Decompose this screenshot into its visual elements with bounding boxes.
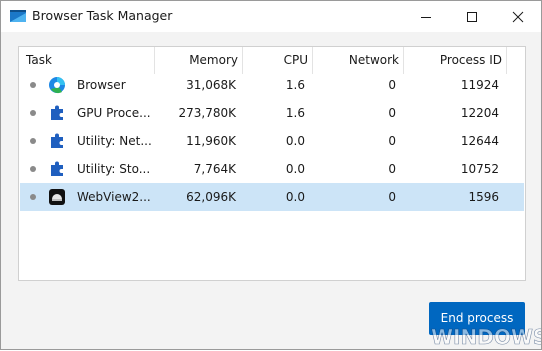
- puzzle-piece-icon: [51, 105, 63, 120]
- memory-value: 11,960K: [186, 134, 236, 148]
- title-bar[interactable]: Browser Task Manager: [1, 1, 541, 32]
- network-value: 0: [388, 190, 396, 204]
- close-icon: [512, 11, 524, 23]
- memory-value: 7,764K: [193, 162, 236, 176]
- maximize-icon: [467, 12, 477, 22]
- column-header-network[interactable]: Network: [313, 47, 404, 74]
- table-row-selected[interactable]: WebView2... 62,096K 0.0 0 1596: [20, 183, 524, 211]
- table-row[interactable]: GPU Proce... 273,780K 1.6 0 12204: [20, 99, 524, 127]
- app-icon: [10, 10, 26, 22]
- cpu-value: 0.0: [285, 190, 305, 204]
- edge-browser-icon: [49, 77, 65, 94]
- column-header-memory[interactable]: Memory: [155, 47, 243, 74]
- end-process-button[interactable]: End process: [429, 302, 525, 335]
- task-manager-window: Browser Task Manager Task Memory CPU Net…: [0, 0, 542, 350]
- row-bullet: [30, 194, 36, 200]
- puzzle-piece-icon: [51, 133, 63, 148]
- close-button[interactable]: [495, 1, 541, 32]
- column-header-cpu[interactable]: CPU: [243, 47, 313, 74]
- table-row[interactable]: Utility: Net... 11,960K 0.0 0 12644: [20, 127, 524, 155]
- network-value: 0: [388, 106, 396, 120]
- process-id-value: 12204: [460, 106, 499, 120]
- table-row[interactable]: Utility: Sto... 7,764K 0.0 0 10752: [20, 155, 524, 183]
- process-id-value: 12644: [460, 134, 499, 148]
- memory-value: 31,068K: [186, 78, 236, 92]
- column-header-row: Task Memory CPU Network Process ID: [19, 47, 525, 74]
- process-list[interactable]: Task Memory CPU Network Process ID Brows…: [18, 46, 526, 281]
- puzzle-piece-icon: [51, 161, 63, 176]
- task-name: GPU Proce...: [77, 106, 151, 120]
- row-bullet: [30, 82, 36, 88]
- task-name: Browser: [77, 78, 126, 92]
- column-header-process-id[interactable]: Process ID: [404, 47, 507, 74]
- row-bullet: [30, 110, 36, 116]
- memory-value: 273,780K: [178, 106, 237, 120]
- minimize-icon: [421, 17, 431, 18]
- network-value: 0: [388, 162, 396, 176]
- task-name: WebView2...: [77, 190, 151, 204]
- process-id-value: 10752: [460, 162, 499, 176]
- cpu-value: 0.0: [285, 134, 305, 148]
- maximize-button[interactable]: [449, 1, 495, 32]
- column-header-task[interactable]: Task: [19, 47, 155, 74]
- memory-value: 62,096K: [186, 190, 236, 204]
- row-bullet: [30, 166, 36, 172]
- row-bullet: [30, 138, 36, 144]
- window-title: Browser Task Manager: [32, 8, 173, 23]
- process-id-value: 1596: [468, 190, 499, 204]
- network-value: 0: [388, 134, 396, 148]
- task-name: Utility: Sto...: [77, 162, 151, 176]
- minimize-button[interactable]: [403, 1, 449, 32]
- network-value: 0: [388, 78, 396, 92]
- process-id-value: 11924: [460, 78, 499, 92]
- cpu-value: 1.6: [285, 78, 305, 92]
- table-row[interactable]: Browser 31,068K 1.6 0 11924: [20, 71, 524, 99]
- cpu-value: 1.6: [285, 106, 305, 120]
- webview-app-icon: [49, 189, 65, 205]
- task-name: Utility: Net...: [77, 134, 152, 148]
- cpu-value: 0.0: [285, 162, 305, 176]
